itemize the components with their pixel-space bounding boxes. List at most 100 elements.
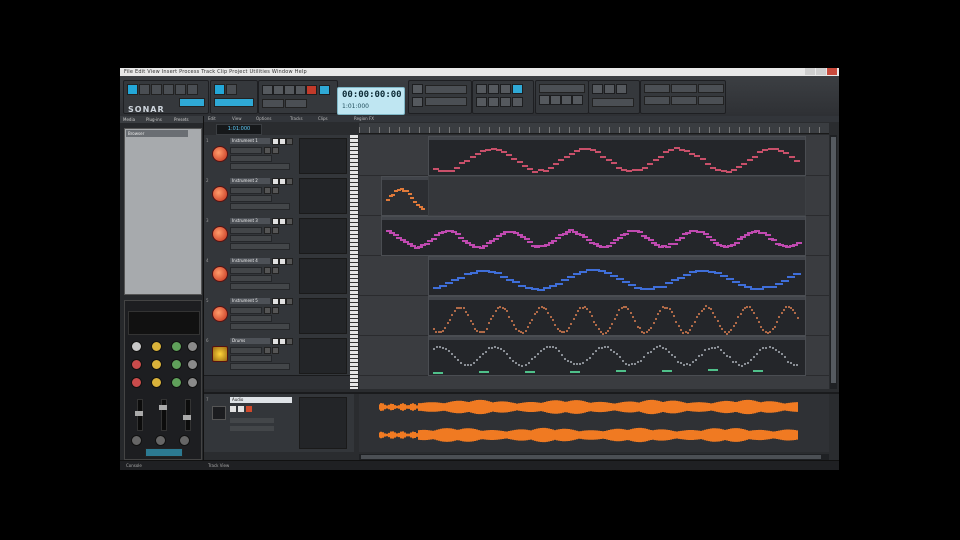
midi-note[interactable] [751,155,758,158]
fader-handle[interactable] [135,411,143,416]
midi-note[interactable] [755,316,758,319]
edit-btn-8[interactable] [512,97,523,107]
knob-icon[interactable] [131,341,142,352]
midi-note[interactable] [574,313,577,316]
midi-note[interactable] [530,358,533,361]
mute-button[interactable] [272,338,279,345]
midi-note[interactable] [689,328,692,331]
midi-note[interactable] [521,364,524,367]
midi-note[interactable] [619,356,622,358]
tv-menu-item[interactable]: Options [256,116,271,121]
midi-note[interactable] [736,166,743,169]
midi-note[interactable] [423,242,430,245]
midi-note[interactable] [730,328,733,331]
edit-button[interactable] [272,187,279,194]
midi-note[interactable] [572,317,575,320]
midi-note[interactable] [445,348,448,351]
midi-note[interactable] [542,287,551,290]
midi-note[interactable] [743,233,750,236]
midi-note[interactable] [683,274,692,277]
midi-note[interactable] [544,243,551,246]
midi-note[interactable] [722,351,725,354]
midi-note[interactable] [685,232,692,235]
midi-note[interactable] [563,156,570,159]
midi-note[interactable] [482,244,489,247]
loop-chip[interactable] [592,98,634,107]
midi-note[interactable] [643,356,646,359]
punch-toggle[interactable] [262,99,284,108]
midi-note[interactable] [637,231,644,234]
midi-note[interactable] [529,321,532,324]
snap-icon[interactable] [214,84,225,95]
move-tool-icon[interactable] [151,84,162,95]
input-field[interactable] [230,147,262,154]
sel-btn-1[interactable] [539,95,550,105]
midi-note[interactable] [680,362,683,365]
midi-note[interactable] [661,370,672,373]
midi-note[interactable] [702,233,709,236]
time-ruler[interactable] [359,123,829,134]
midi-note[interactable] [490,347,493,350]
midi-note[interactable] [625,362,628,365]
midi-note[interactable] [675,320,678,323]
midi-note[interactable] [670,310,673,313]
arm-button[interactable] [286,258,293,265]
midi-note[interactable] [577,309,580,312]
tv-menu-item[interactable]: Tracks [290,116,303,121]
midi-note[interactable] [576,363,579,366]
edit-btn-1[interactable] [476,84,487,94]
midi-note[interactable] [795,242,802,245]
midi-note[interactable] [732,324,735,327]
midi-note[interactable] [439,285,448,288]
midi-note[interactable] [760,326,763,329]
midi-note[interactable] [661,347,664,350]
arm-button[interactable] [286,138,293,145]
midi-note[interactable] [407,193,412,196]
midi-note[interactable] [750,358,753,361]
edit-btn-7[interactable] [500,97,511,107]
output-field[interactable] [230,155,272,162]
midi-note[interactable] [638,327,641,330]
sel-btn-4[interactable] [572,95,583,105]
midi-note[interactable] [548,285,557,288]
midi-note[interactable] [487,347,490,350]
midi-note[interactable] [628,363,631,366]
midi-note[interactable] [771,328,774,331]
midi-note[interactable] [620,234,627,237]
midi-note[interactable] [793,160,800,163]
midi-note[interactable] [670,354,673,357]
midi-note[interactable] [446,322,449,325]
midi-note[interactable] [503,349,506,352]
midi-clip[interactable] [381,216,806,256]
midi-note[interactable] [612,351,615,354]
midi-note[interactable] [655,346,658,349]
volume-field[interactable] [230,323,290,330]
smart-tool-icon[interactable] [127,84,138,95]
midi-note[interactable] [462,307,465,310]
midi-note[interactable] [489,239,496,242]
midi-note[interactable] [463,363,466,366]
time-display[interactable]: 00:00:00:00 1:01:000 [337,87,405,115]
vertical-scrollbar[interactable] [830,135,837,389]
midi-note[interactable] [457,277,466,280]
midi-note[interactable] [481,353,484,356]
midi-note[interactable] [609,242,616,245]
erase-tool-icon[interactable] [187,84,198,95]
midi-note[interactable] [667,350,670,353]
minimize-button[interactable] [805,68,815,75]
output-field[interactable] [230,315,272,322]
fader-track[interactable] [161,399,167,431]
midi-note[interactable] [741,364,744,367]
midi-note[interactable] [568,153,575,156]
midi-note[interactable] [689,364,692,366]
midi-note[interactable] [659,309,662,312]
midi-note[interactable] [640,234,647,237]
loop-btn-3[interactable] [616,84,627,94]
midi-note[interactable] [680,328,683,331]
midi-note[interactable] [442,329,445,332]
midi-note[interactable] [675,238,682,241]
midi-note[interactable] [698,313,701,316]
midi-note[interactable] [606,345,609,348]
midi-note[interactable] [388,195,393,198]
midi-note[interactable] [623,232,630,235]
